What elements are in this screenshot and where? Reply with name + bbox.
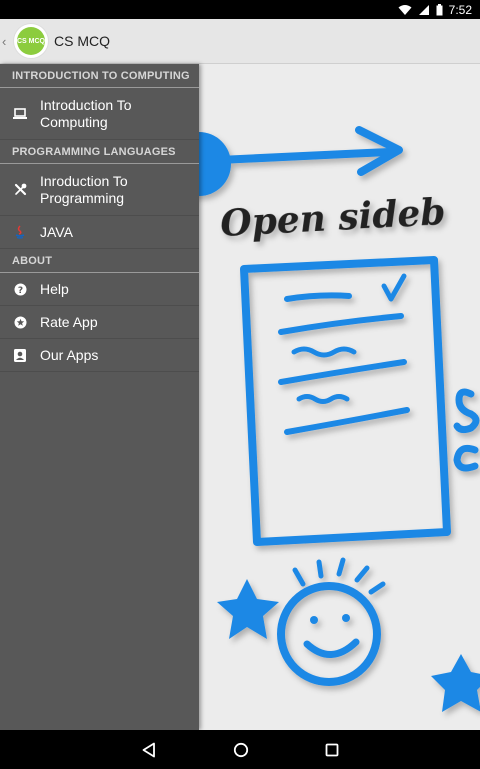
sidebar-tutorial-sketch: Open sideb bbox=[199, 126, 480, 712]
contact-icon bbox=[0, 348, 40, 362]
clock: 7:52 bbox=[448, 2, 472, 17]
status-bar: 7:52 bbox=[0, 0, 480, 19]
drawer-item-label: Introduction To Computing bbox=[40, 96, 132, 130]
laptop-icon bbox=[0, 107, 40, 120]
drawer-item-introduction-to-computing[interactable]: Introduction To Computing bbox=[0, 88, 199, 140]
tutorial-illustration: Open sideb bbox=[199, 64, 480, 730]
system-nav-bar bbox=[0, 730, 480, 769]
navigation-drawer: INTRODUCTION TO COMPUTING Introduction T… bbox=[0, 64, 199, 730]
up-navigation-icon[interactable]: ‹ bbox=[2, 34, 14, 49]
help-icon: ? bbox=[0, 283, 40, 296]
drawer-item-label: Rate App bbox=[40, 313, 98, 330]
section-header-about: ABOUT bbox=[0, 249, 199, 273]
cell-signal-icon bbox=[418, 4, 429, 15]
tools-icon bbox=[0, 183, 40, 196]
action-bar: ‹ CS MCQ CS MCQ bbox=[0, 19, 480, 64]
drawer-item-label: JAVA bbox=[40, 223, 73, 240]
drawer-item-java[interactable]: JAVA bbox=[0, 216, 199, 249]
drawer-item-our-apps[interactable]: Our Apps bbox=[0, 339, 199, 372]
wifi-icon bbox=[398, 4, 412, 15]
section-header-programming-languages: PROGRAMMING LANGUAGES bbox=[0, 140, 199, 164]
tutorial-handwritten-text: Open sideb bbox=[219, 191, 446, 245]
drawer-item-rate-app[interactable]: Rate App bbox=[0, 306, 199, 339]
home-icon[interactable] bbox=[233, 742, 249, 758]
drawer-item-label: Our Apps bbox=[40, 346, 99, 363]
java-icon bbox=[0, 225, 40, 239]
app-logo[interactable]: CS MCQ bbox=[14, 24, 48, 58]
drawer-item-label: Help bbox=[40, 280, 69, 297]
svg-text:?: ? bbox=[17, 286, 22, 296]
back-icon[interactable] bbox=[141, 742, 157, 758]
drawer-item-introduction-to-programming[interactable]: Inroduction To Programming bbox=[0, 164, 199, 216]
drawer-item-label: Inroduction To Programming bbox=[40, 172, 128, 206]
drawer-item-help[interactable]: ? Help bbox=[0, 273, 199, 306]
battery-icon bbox=[436, 3, 443, 15]
app-logo-text: CS MCQ bbox=[17, 27, 45, 55]
recents-icon[interactable] bbox=[325, 743, 339, 757]
app-title: CS MCQ bbox=[54, 33, 110, 49]
star-icon bbox=[0, 316, 40, 329]
section-header-introduction-to-computing: INTRODUCTION TO COMPUTING bbox=[0, 64, 199, 88]
